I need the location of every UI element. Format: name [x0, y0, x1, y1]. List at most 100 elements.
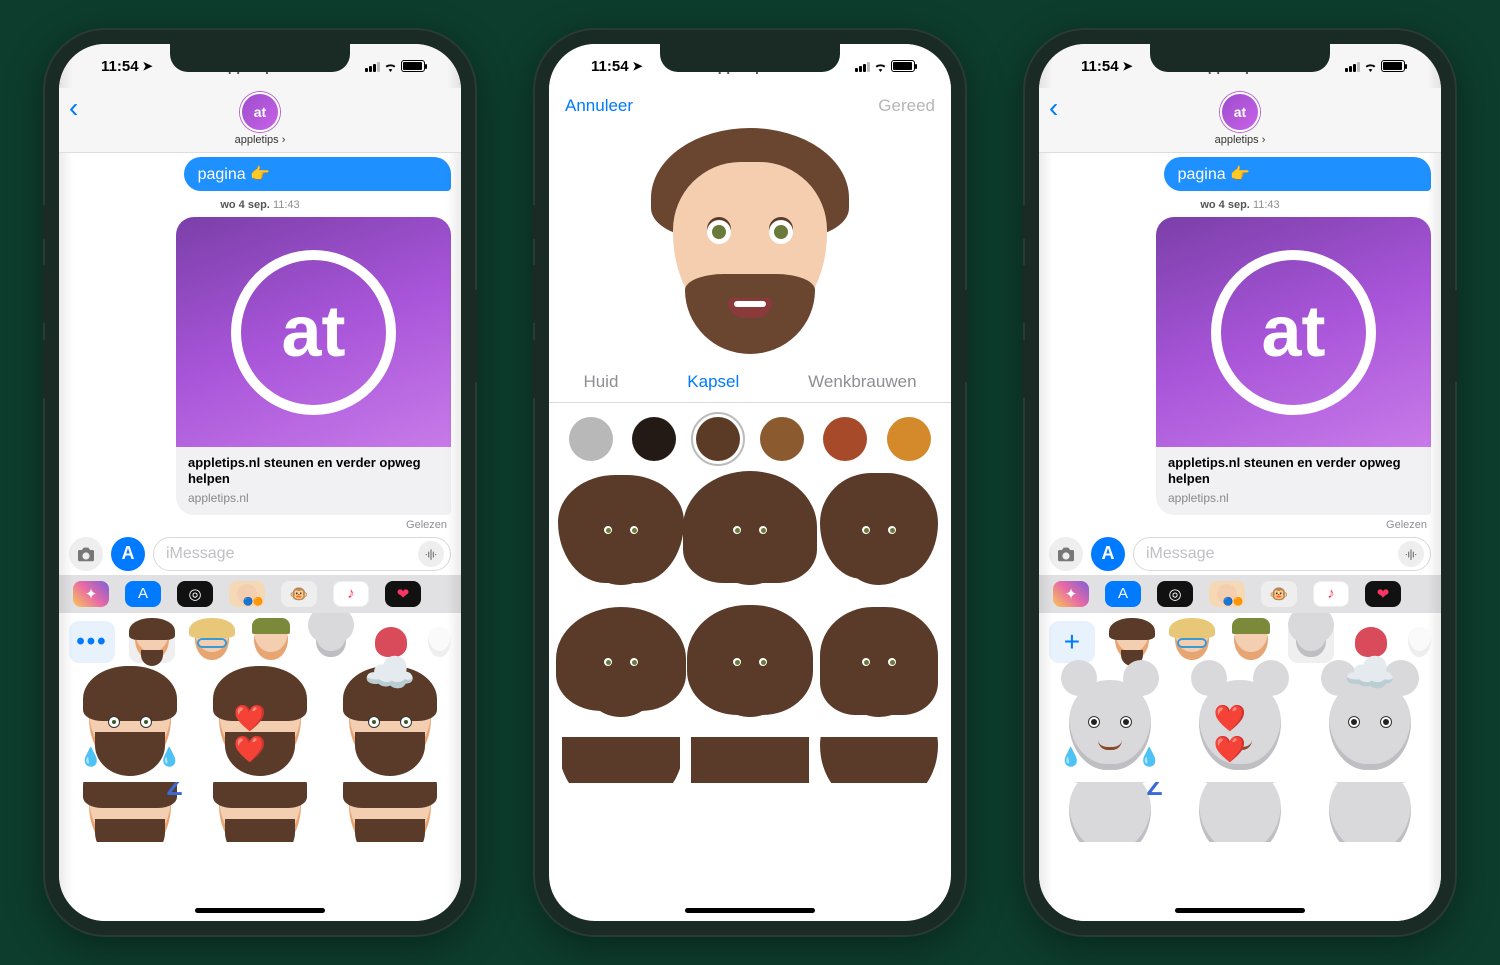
hairstyle-grid[interactable]	[549, 469, 951, 783]
home-indicator[interactable]	[1175, 908, 1305, 913]
camera-button[interactable]	[69, 537, 103, 571]
back-button[interactable]: ‹	[69, 92, 78, 124]
hairstyle-option-1[interactable]	[562, 473, 680, 603]
cellular-signal-icon	[855, 61, 870, 72]
memoji-category-tabs[interactable]: Huid Kapsel Wenkbrauwen	[549, 368, 951, 403]
memoji-sticker-4[interactable]: Z	[78, 782, 183, 842]
animoji-sticker-4[interactable]: Z	[1058, 782, 1163, 842]
location-icon: ➤	[633, 59, 643, 73]
sent-message-bubble[interactable]: pagina 👉	[184, 157, 451, 191]
store-app-icon[interactable]: A	[125, 581, 161, 607]
memoji-sticker-6[interactable]	[338, 782, 443, 842]
animoji-app-icon[interactable]: 🐵	[281, 581, 317, 607]
hair-color-swatch-1[interactable]	[632, 417, 676, 461]
location-icon: ➤	[143, 59, 153, 73]
activity-app-icon[interactable]: ◎	[1157, 581, 1193, 607]
digital-touch-icon[interactable]: ❤	[1365, 581, 1401, 607]
hairstyle-option-4[interactable]	[562, 605, 680, 735]
done-button[interactable]: Gereed	[878, 96, 935, 116]
store-app-icon[interactable]: A	[1105, 581, 1141, 607]
memoji-app-icon[interactable]: 🔵🟠	[1209, 581, 1245, 607]
conversation-view[interactable]: pagina 👉 wo 4 sep. 11:43 at appletips.nl…	[59, 153, 461, 531]
animoji-tab-mouse[interactable]	[1288, 621, 1334, 663]
activity-app-icon[interactable]: ◎	[177, 581, 213, 607]
animoji-sticker-heart-eyes[interactable]: ❤️❤️	[1188, 673, 1293, 778]
music-app-icon[interactable]: ♪	[1313, 581, 1349, 607]
memoji-sticker-5[interactable]	[208, 782, 313, 842]
read-receipt: Gelezen	[69, 519, 451, 531]
link-domain: appletips.nl	[1168, 491, 1419, 505]
contact-name[interactable]: appletips ›	[235, 134, 286, 146]
animoji-app-icon[interactable]: 🐵	[1261, 581, 1297, 607]
hair-color-swatch-3[interactable]	[760, 417, 804, 461]
memoji-tab-glasses[interactable]	[189, 621, 235, 663]
link-domain: appletips.nl	[188, 491, 439, 505]
hairstyle-option-8[interactable]	[691, 737, 809, 783]
link-title: appletips.nl steunen en verder opweg hel…	[1168, 455, 1419, 488]
memoji-tab-cap[interactable]	[249, 621, 295, 663]
app-strip[interactable]: ✦ A ◎ 🔵🟠 🐵 ♪ ❤	[59, 575, 461, 613]
animoji-tab-cow[interactable]	[428, 621, 451, 663]
digital-touch-icon[interactable]: ❤	[385, 581, 421, 607]
hair-color-picker[interactable]	[549, 403, 951, 469]
audio-message-button[interactable]	[1398, 541, 1424, 567]
memoji-tab-cap[interactable]	[1229, 621, 1275, 663]
cancel-button[interactable]: Annuleer	[565, 96, 633, 116]
message-input[interactable]: iMessage	[153, 537, 451, 571]
link-attachment[interactable]: at appletips.nl steunen en verder opweg …	[1156, 217, 1431, 515]
hairstyle-option-5[interactable]	[691, 605, 809, 735]
hairstyle-option-9[interactable]	[820, 737, 938, 783]
hairstyle-option-3[interactable]	[820, 473, 938, 603]
conversation-view[interactable]: pagina 👉 wo 4 sep. 11:43 at appletips.nl…	[1039, 153, 1441, 531]
memoji-tab-glasses[interactable]	[1169, 621, 1215, 663]
animoji-sticker-laughing[interactable]: 💧💧	[1058, 673, 1163, 778]
photos-app-icon[interactable]: ✦	[73, 581, 109, 607]
hair-color-swatch-4[interactable]	[823, 417, 867, 461]
message-input[interactable]: iMessage	[1133, 537, 1431, 571]
memoji-sticker-laughing[interactable]: 💧💧	[78, 673, 183, 778]
hairstyle-option-2[interactable]	[691, 473, 809, 603]
category-tab-brows[interactable]: Wenkbrauwen	[800, 372, 924, 392]
photos-app-icon[interactable]: ✦	[1053, 581, 1089, 607]
category-tab-hair[interactable]: Kapsel	[679, 372, 747, 392]
memoji-app-icon[interactable]: 🔵🟠	[229, 581, 265, 607]
link-preview-image: at	[176, 217, 451, 447]
read-receipt: Gelezen	[1049, 519, 1431, 531]
memoji-sticker-drawer[interactable]: •••	[59, 613, 461, 922]
memoji-sticker-heart-eyes[interactable]: ❤️❤️	[208, 673, 313, 778]
memoji-tab-beard[interactable]	[129, 621, 175, 663]
battery-icon	[1381, 60, 1405, 72]
hairstyle-option-6[interactable]	[820, 605, 938, 735]
memoji-sticker-drawer[interactable]: +	[1039, 613, 1441, 922]
back-button[interactable]: ‹	[1049, 92, 1058, 124]
animoji-tab-cow[interactable]	[1408, 621, 1431, 663]
more-characters-button[interactable]: •••	[69, 621, 115, 663]
music-app-icon[interactable]: ♪	[333, 581, 369, 607]
animoji-sticker-5[interactable]	[1188, 782, 1293, 842]
memoji-sticker-mind-blown[interactable]: ☁️	[338, 673, 443, 778]
status-time: 11:54	[1081, 58, 1119, 75]
app-store-button[interactable]: A	[111, 537, 145, 571]
link-attachment[interactable]: at appletips.nl steunen en verder opweg …	[176, 217, 451, 515]
contact-avatar[interactable]: at	[1220, 92, 1260, 132]
camera-button[interactable]	[1049, 537, 1083, 571]
animoji-sticker-6[interactable]	[1318, 782, 1423, 842]
home-indicator[interactable]	[685, 908, 815, 913]
memoji-tab-beard[interactable]	[1109, 621, 1155, 663]
hair-color-swatch-5[interactable]	[887, 417, 931, 461]
home-indicator[interactable]	[195, 908, 325, 913]
category-tab-skin[interactable]: Huid	[575, 372, 626, 392]
animoji-tab-mouse[interactable]	[308, 621, 354, 663]
hairstyle-option-7[interactable]	[562, 737, 680, 783]
new-memoji-button[interactable]: +	[1049, 621, 1095, 663]
animoji-sticker-mind-blown[interactable]: ☁️	[1318, 673, 1423, 778]
contact-name[interactable]: appletips ›	[1215, 134, 1266, 146]
message-placeholder: iMessage	[166, 545, 234, 563]
app-strip[interactable]: ✦ A ◎ 🔵🟠 🐵 ♪ ❤	[1039, 575, 1441, 613]
hair-color-swatch-2[interactable]	[696, 417, 740, 461]
contact-avatar[interactable]: at	[240, 92, 280, 132]
audio-message-button[interactable]	[418, 541, 444, 567]
app-store-button[interactable]: A	[1091, 537, 1125, 571]
hair-color-swatch-0[interactable]	[569, 417, 613, 461]
sent-message-bubble[interactable]: pagina 👉	[1164, 157, 1431, 191]
